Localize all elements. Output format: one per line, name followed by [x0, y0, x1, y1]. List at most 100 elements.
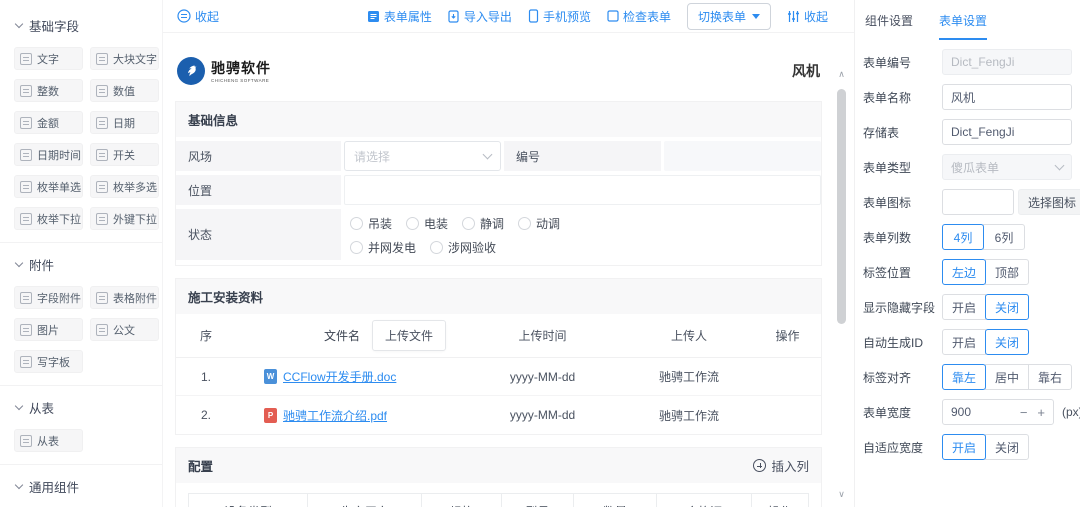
field-item-fk-dropdown[interactable]: 外键下拉 — [90, 207, 159, 230]
field-grid: 从表 — [14, 429, 154, 452]
radio-dynamic-test[interactable]: 动调 — [518, 215, 560, 232]
form-width-stepper[interactable]: 900 − + — [942, 399, 1054, 425]
setting-row-form-icon: 表单图标 选择图标 — [863, 189, 1072, 215]
choose-icon-button[interactable]: 选择图标 — [1018, 189, 1080, 215]
setting-row-form-width: 表单宽度 900 − + (px) — [863, 399, 1072, 425]
option-align-center[interactable]: 居中 — [985, 364, 1029, 390]
switch-form-label: 切换表单 — [698, 8, 746, 25]
form-type-select[interactable]: 傻瓜表单 — [942, 154, 1072, 180]
increment-button[interactable]: + — [1037, 405, 1045, 420]
field-label: 开关 — [113, 147, 135, 163]
option-off[interactable]: 关闭 — [985, 329, 1029, 355]
scroll-down-icon[interactable]: ∨ — [838, 489, 845, 501]
radio-electrical[interactable]: 电装 — [406, 215, 448, 232]
insert-column-button[interactable]: 插入列 — [753, 456, 809, 475]
option-on[interactable]: 开启 — [942, 434, 986, 460]
radio-icon — [518, 217, 531, 230]
field-item-official-doc[interactable]: 公文 — [90, 318, 159, 341]
field-item-text[interactable]: 文字 — [14, 47, 83, 70]
chevron-down-icon — [1055, 160, 1065, 170]
radio-grid-connected[interactable]: 并网发电 — [350, 239, 416, 256]
field-item-subtable[interactable]: 从表 — [14, 429, 83, 452]
field-icon — [96, 324, 108, 336]
canvas-scrollbar[interactable]: ∧ ∨ — [835, 69, 848, 501]
scrollbar-thumb[interactable] — [837, 89, 846, 324]
radio-grid-acceptance[interactable]: 涉网验收 — [430, 239, 496, 256]
windfarm-label: 风场 — [176, 141, 341, 171]
section-header-common-components[interactable]: 通用组件 — [16, 477, 154, 496]
field-item-enum-dropdown[interactable]: 枚举下拉 — [14, 207, 83, 230]
option-align-left[interactable]: 靠左 — [942, 364, 986, 390]
pdf-file-icon: P — [264, 408, 277, 423]
check-form-button[interactable]: 检查表单 — [607, 8, 671, 25]
field-item-datetime[interactable]: 日期时间 — [14, 143, 83, 166]
file-link-pdf[interactable]: P 驰骋工作流介绍.pdf — [264, 407, 387, 424]
option-align-right[interactable]: 靠右 — [1028, 364, 1072, 390]
form-name-input[interactable]: 风机 — [942, 84, 1072, 110]
radio-icon — [406, 217, 419, 230]
field-item-table-attachment[interactable]: 表格附件 — [90, 286, 159, 309]
caret-down-icon — [752, 14, 760, 19]
setting-row-form-number: 表单编号 Dict_FengJi — [863, 49, 1072, 75]
collapse-sidebar-button[interactable]: 收起 — [177, 8, 219, 25]
upload-file-button[interactable]: 上传文件 — [372, 320, 446, 351]
option-off[interactable]: 关闭 — [985, 434, 1029, 460]
number-input[interactable] — [664, 141, 821, 171]
scroll-up-icon[interactable]: ∧ — [838, 69, 845, 81]
field-item-field-attachment[interactable]: 字段附件 — [14, 286, 83, 309]
canvas-toolbar: 收起 表单属性 导入导出 手机预览 检查表单 — [163, 0, 854, 33]
col-spec: 规格 — [422, 494, 502, 507]
mobile-preview-button[interactable]: 手机预览 — [528, 8, 591, 25]
scrollbar-track[interactable] — [837, 81, 846, 489]
field-item-image[interactable]: 图片 — [14, 318, 83, 341]
option-off[interactable]: 关闭 — [985, 294, 1029, 320]
option-left[interactable]: 左边 — [942, 259, 986, 285]
location-input[interactable] — [344, 175, 821, 205]
import-export-button[interactable]: 导入导出 — [448, 8, 512, 25]
field-item-number[interactable]: 数值 — [90, 79, 159, 102]
form-header: 驰骋软件 CHICHENG SOFTWARE 风机 — [175, 47, 822, 101]
field-item-enum-multi[interactable]: 枚举多选 — [90, 175, 159, 198]
storage-table-input[interactable]: Dict_FengJi — [942, 119, 1072, 145]
field-item-enum-radio[interactable]: 枚举单选 — [14, 175, 83, 198]
option-6-columns[interactable]: 6列 — [983, 224, 1025, 250]
tab-component-settings[interactable]: 组件设置 — [865, 12, 913, 40]
setting-label: 表单图标 — [863, 194, 942, 211]
form-icon-input[interactable] — [942, 189, 1014, 215]
section-installation-docs: 施工安装资料 序 文件名 上传文件 上传时间 上传人 操作 — [175, 278, 822, 435]
logo-title: 驰骋软件 — [211, 58, 276, 78]
option-4-columns[interactable]: 4列 — [942, 224, 984, 250]
chevron-down-icon — [15, 259, 23, 267]
section-header-attachments[interactable]: 附件 — [16, 255, 154, 274]
windfarm-select[interactable]: 请选择 — [344, 141, 501, 171]
file-link-doc[interactable]: W CCFlow开发手册.doc — [264, 368, 396, 385]
radio-icon — [462, 217, 475, 230]
field-label: 从表 — [37, 433, 59, 449]
field-item-textarea[interactable]: 大块文字 — [90, 47, 159, 70]
section-header-basic-fields[interactable]: 基础字段 — [16, 16, 154, 35]
docs-table-header: 序 文件名 上传文件 上传时间 上传人 操作 — [176, 314, 821, 358]
field-item-integer[interactable]: 整数 — [14, 79, 83, 102]
col-filename: 文件名 上传文件 — [236, 320, 461, 351]
field-item-switch[interactable]: 开关 — [90, 143, 159, 166]
decrement-button[interactable]: − — [1020, 405, 1028, 420]
section-header-subtable[interactable]: 从表 — [16, 398, 154, 417]
field-row-status: 状态 吊装 电装 静调 动调 并网发电 涉网验收 — [176, 209, 821, 260]
field-item-money[interactable]: 金额 — [14, 111, 83, 134]
form-properties-button[interactable]: 表单属性 — [367, 8, 432, 25]
field-item-date[interactable]: 日期 — [90, 111, 159, 134]
form-number-input[interactable]: Dict_FengJi — [942, 49, 1072, 75]
setting-row-columns: 表单列数 4列 6列 — [863, 224, 1072, 250]
field-item-writing-pad[interactable]: 写字板 — [14, 350, 83, 373]
option-on[interactable]: 开启 — [942, 294, 986, 320]
section-config: 配置 插入列 设备类型 生产厂家 规格 型号 数量 — [175, 447, 822, 507]
option-on[interactable]: 开启 — [942, 329, 986, 355]
radio-static-test[interactable]: 静调 — [462, 215, 504, 232]
section-title: 通用组件 — [29, 477, 79, 496]
tab-form-settings[interactable]: 表单设置 — [939, 12, 987, 40]
radio-hoisting[interactable]: 吊装 — [350, 215, 392, 232]
collapse-panel-button[interactable]: 收起 — [787, 8, 828, 25]
field-label: 外键下拉 — [113, 211, 157, 227]
switch-form-dropdown[interactable]: 切换表单 — [687, 3, 771, 30]
option-top[interactable]: 顶部 — [985, 259, 1029, 285]
